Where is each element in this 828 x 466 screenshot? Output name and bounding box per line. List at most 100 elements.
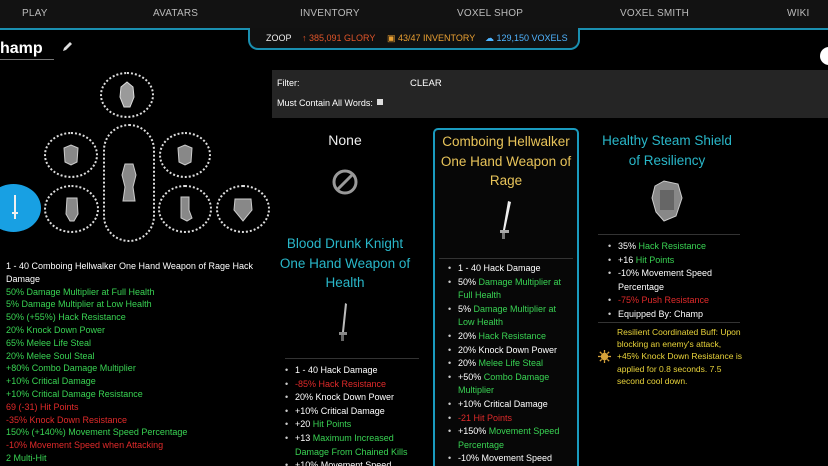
glory-icon: ↑ <box>302 33 307 43</box>
must-contain-label: Must Contain All Words: <box>277 98 373 108</box>
item-stat: 5% Damage Multiplier at Low Health <box>448 303 573 330</box>
item-stat: +10% Movement Speed <box>285 459 419 466</box>
item-stat: +16 Hit Points <box>608 254 740 268</box>
item-stat-value: -21 <box>458 412 472 423</box>
item-stat-value: 20% <box>458 358 477 369</box>
nav-wiki[interactable]: WIKI <box>787 8 809 19</box>
filter-panel: Filter: CLEAR Must Contain All Words: <box>272 70 828 118</box>
equipped-weapon-name: 1 - 40 Comboing Hellwalker One Hand Weap… <box>6 261 253 284</box>
inventory-counter: ▣ 43/47 INVENTORY <box>387 33 475 44</box>
filter-clear-button[interactable]: CLEAR <box>410 78 442 89</box>
item-stat-value: 35% <box>618 241 637 251</box>
item-stat-value: +10% <box>295 460 319 466</box>
sword-icon[interactable] <box>336 302 352 342</box>
item-stat: -85% Hack Resistance <box>285 378 419 392</box>
item-stat: 20% Knock Down Power <box>448 344 573 358</box>
item-stat-value: +16 <box>618 254 634 265</box>
steam-shield-stats: 35% Hack Resistance+16 Hit Points-10% Mo… <box>608 240 740 322</box>
item-stat-text: Hack Resistance <box>316 378 387 389</box>
shoulder-icon <box>177 144 193 166</box>
equipped-stats-panel: 1 - 40 Comboing Hellwalker One Hand Weap… <box>6 260 274 465</box>
item-stat-text: Hack Damage <box>318 365 378 375</box>
slot-body[interactable] <box>103 124 155 242</box>
divider <box>598 322 740 323</box>
sword-icon[interactable] <box>496 200 514 240</box>
none-label: None <box>328 132 362 148</box>
item-stat-text: Hit Points <box>310 419 352 430</box>
item-stat: 50% Damage Multiplier at Full Health <box>448 276 573 303</box>
nav-inventory[interactable]: INVENTORY <box>300 8 360 19</box>
slot-shoulder-right[interactable] <box>159 132 211 178</box>
item-title-blood-drunk[interactable]: Blood Drunk Knight One Hand Weapon of He… <box>276 234 414 293</box>
nav-voxel-shop[interactable]: VOXEL SHOP <box>457 8 523 19</box>
slot-offhand[interactable] <box>216 185 270 233</box>
character-name-field[interactable]: hamp <box>0 40 54 60</box>
item-stat-value: 20% <box>458 330 477 341</box>
close-icon[interactable] <box>820 47 828 65</box>
divider <box>285 358 419 359</box>
must-contain-checkbox[interactable] <box>377 99 383 105</box>
item-stat: -10% Movement Speed <box>448 452 573 466</box>
item-stat-text: Melee Life Steal <box>476 358 544 369</box>
inventory-value: 43/47 INVENTORY <box>398 33 476 43</box>
helmet-icon <box>119 81 135 108</box>
equipped-stat-line: -35% Knock Down Resistance <box>6 414 128 425</box>
blood-drunk-stats: 1 - 40 Hack Damage-85% Hack Resistance20… <box>285 364 419 466</box>
unequip-icon[interactable] <box>331 168 359 196</box>
item-stat: +10% Critical Damage <box>448 398 573 412</box>
item-stat-value: -85% <box>295 378 317 389</box>
item-stat-value: +20 <box>295 419 311 430</box>
item-stat-text: Damage Multiplier at Low Health <box>458 303 557 328</box>
item-stat: 1 - 40 Hack Damage <box>285 364 419 378</box>
item-stat-value: +10% <box>458 398 482 409</box>
pencil-icon[interactable] <box>62 40 74 52</box>
boots-icon <box>180 196 193 222</box>
item-stat-value: 5% <box>458 303 472 314</box>
voxel-counter: ☁ 129,150 VOXELS <box>485 33 568 44</box>
item-stat-value: -10% <box>618 268 640 279</box>
item-stat-text: Movement Speed <box>479 453 553 464</box>
item-stat-value: Equipped By: <box>618 308 672 319</box>
item-stat-value: +13 <box>295 432 311 443</box>
slot-shoulder-left[interactable] <box>44 132 98 178</box>
voxel-value: 129,150 VOXELS <box>496 33 568 43</box>
item-stat: +10% Critical Damage <box>285 405 419 419</box>
equipped-stat-line: 5% Damage Multiplier at Low Health <box>6 299 152 310</box>
equipped-stat-line: 50% Damage Multiplier at Full Health <box>6 286 155 297</box>
item-stat: Equipped By: Champ <box>608 308 740 322</box>
shield-icon[interactable] <box>650 180 684 222</box>
item-stat-text: Knock Down Power <box>313 392 395 403</box>
resource-bar: ZOOP ↑ 385,091 GLORY ▣ 43/47 INVENTORY ☁… <box>248 28 580 50</box>
shield-buff-text: Resilient Coordinated Buff: Upon blockin… <box>617 327 742 386</box>
item-stat-text: Knock Down Power <box>476 344 558 355</box>
slot-helmet[interactable] <box>100 72 154 118</box>
item-stat: +13 Maximum Increased Damage From Chaine… <box>285 432 419 459</box>
item-stat-text: Hack Resistance <box>476 330 547 341</box>
shield-buff: Resilient Coordinated Buff: Upon blockin… <box>598 326 743 387</box>
item-stat-value: +50% <box>458 371 482 382</box>
item-stat-value: 1 - 40 <box>458 263 482 273</box>
nav-voxel-smith[interactable]: VOXEL SMITH <box>620 8 689 19</box>
filter-label: Filter: <box>277 78 300 88</box>
slot-gloves[interactable] <box>44 185 99 233</box>
item-stat: -21 Hit Points <box>448 412 573 426</box>
item-stat-text: Hack Damage <box>481 263 541 273</box>
shield-icon <box>233 198 253 222</box>
item-stat-text: Movement Speed <box>318 460 392 466</box>
equipped-stat-line: +80% Combo Damage Multiplier <box>6 363 136 374</box>
nav-play[interactable]: PLAY <box>22 8 48 19</box>
item-stat: +20 Hit Points <box>285 418 419 432</box>
item-stat: -75% Push Resistance <box>608 294 740 308</box>
divider <box>598 234 740 235</box>
equipped-stat-line: 65% Melee Life Steal <box>6 337 92 348</box>
item-title-comboing[interactable]: Comboing Hellwalker One Hand Weapon of R… <box>437 132 575 191</box>
nav-avatars[interactable]: AVATARS <box>153 8 198 19</box>
slot-boots[interactable] <box>158 185 212 233</box>
item-stat-value: -75% <box>618 295 640 306</box>
item-title-steam-shield[interactable]: Healthy Steam Shield of Resiliency <box>598 131 736 170</box>
item-stat-value: 20% <box>458 344 477 355</box>
item-stat: 1 - 40 Hack Damage <box>448 262 573 276</box>
slot-weapon[interactable] <box>0 184 41 232</box>
item-stat-value: +150% <box>458 426 487 437</box>
item-stat-value: 50% <box>458 276 477 287</box>
